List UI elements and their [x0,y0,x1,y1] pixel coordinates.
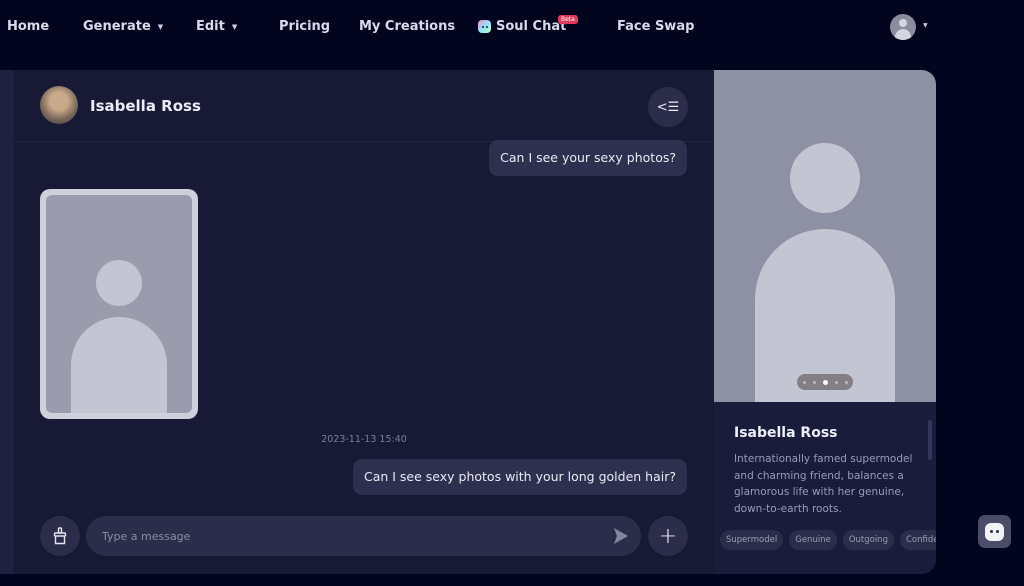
carousel-dot[interactable] [812,380,816,384]
user-message: Can I see sexy photos with your long gol… [352,459,687,495]
plus-icon: + [658,523,678,549]
collapse-menu-icon: <☰ [656,99,680,115]
chat-header: Isabella Ross <☰ [14,70,714,142]
tag: Confide [899,530,936,550]
chat-bot-icon [985,522,1004,541]
carousel-dot-active[interactable] [822,379,828,385]
collapse-panel-button[interactable]: <☰ [648,87,688,127]
carousel-dot[interactable] [834,380,838,384]
message-timestamp: 2023-11-13 15:40 [321,434,407,445]
nav-label: Edit [196,19,225,34]
message-input[interactable] [86,516,641,556]
user-message: Can I see your sexy photos? [489,140,687,176]
profile-description: Internationally famed supermodel and cha… [734,453,913,515]
image-message[interactable] [40,189,198,419]
nav-label: Face Swap [617,19,695,34]
scrollbar[interactable] [928,420,932,460]
character-profile-panel: Isabella Ross Internationally famed supe… [714,70,936,574]
nav-soul-chat[interactable]: Soul Chat Beta [478,15,578,34]
caret-down-icon: ▼ [231,22,238,31]
tag-list: Supermodel Genuine Outgoing Confide [720,530,936,550]
tag: Genuine [789,530,837,550]
nav-pricing[interactable]: Pricing [279,19,330,34]
character-name: Isabella Ross [90,97,201,115]
nav-label: Soul Chat [496,19,567,34]
caret-down-icon: ▼ [157,22,164,31]
carousel-dot[interactable] [844,380,848,384]
carousel-dot[interactable] [802,380,806,384]
floating-chat-button[interactable] [978,515,1011,548]
top-nav: Home Generate ▼ Edit ▼ Pricing My Creation… [0,0,1024,56]
broom-icon [53,527,67,545]
composer: + [14,514,714,558]
user-avatar[interactable] [890,14,916,40]
photo-placeholder [46,195,192,413]
chat-panel: Isabella Ross <☰ Can I see your sexy pho… [14,70,714,574]
character-avatar[interactable] [40,86,78,124]
nav-label: Generate [83,19,151,34]
nav-generate[interactable]: Generate ▼ [83,19,163,34]
caret-down-icon[interactable]: ▼ [923,22,928,29]
nav-label: My Creations [359,19,456,34]
carousel-indicator[interactable] [797,374,853,390]
profile-photo-placeholder[interactable] [714,70,936,402]
nav-my-creations[interactable]: My Creations [359,19,455,34]
beta-badge: Beta [558,15,578,24]
nav-label: Home [7,19,50,34]
nav-label: Pricing [279,19,331,34]
add-button[interactable]: + [648,516,688,556]
tag: Outgoing [842,530,894,550]
tag: Supermodel [720,530,784,550]
sidebar-strip [0,70,14,574]
nav-face-swap[interactable]: Face Swap [617,19,694,34]
ghost-icon [478,20,491,33]
nav-home[interactable]: Home [7,19,49,34]
clear-chat-button[interactable] [40,516,80,556]
send-icon[interactable] [613,527,629,545]
nav-edit[interactable]: Edit ▼ [196,19,237,34]
profile-name: Isabella Ross [734,425,838,441]
